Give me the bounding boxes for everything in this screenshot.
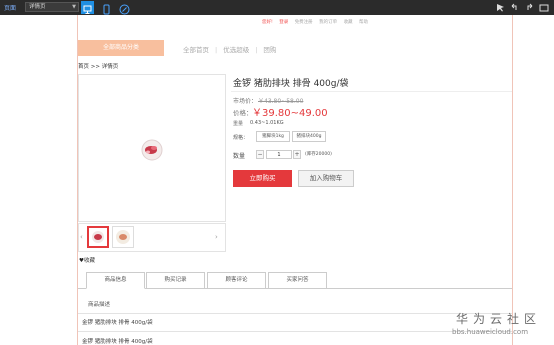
nav-separator: | — [255, 46, 258, 54]
tab-reviews[interactable]: 顾客评论 — [207, 272, 266, 289]
price-label: 价格： — [233, 109, 253, 117]
nav-link-select[interactable]: 优选超级 — [223, 46, 249, 54]
main-nav: 全部首页 | 优选超级 | 团购 — [183, 44, 276, 54]
favorite-button[interactable]: ♥收藏 — [79, 256, 95, 264]
description-heading: 商品描述 — [88, 302, 111, 308]
undo-icon[interactable] — [510, 3, 520, 12]
meat-plate-image — [141, 139, 163, 161]
weight-value: 0.43~1.01KG — [250, 120, 284, 126]
phone-icon — [103, 4, 110, 15]
top-nav-favorites[interactable]: 收藏 — [344, 20, 353, 25]
chevron-left-icon[interactable]: ‹ — [80, 233, 83, 241]
quantity-increase-button[interactable]: + — [293, 150, 301, 159]
desktop-view-button[interactable] — [81, 1, 94, 14]
quantity-decrease-button[interactable]: − — [256, 150, 264, 159]
chevron-right-icon[interactable]: › — [215, 233, 218, 241]
description-line: 金锣 猪肋排块 排骨 400g/袋 — [82, 339, 153, 345]
breadcrumb: 首页 >> 详情页 — [78, 62, 118, 70]
redo-icon[interactable] — [524, 3, 534, 12]
weight-label: 重量 — [233, 121, 244, 127]
top-nav-orders[interactable]: 我的订单 — [319, 20, 337, 25]
watermark-text: 华为云社区 — [456, 312, 542, 326]
thumbnail-2[interactable] — [112, 226, 134, 248]
favorite-label: 收藏 — [83, 258, 95, 264]
description-divider — [78, 313, 512, 314]
page-select-value: 详情页 — [29, 4, 46, 10]
breadcrumb-home[interactable]: 首页 — [78, 64, 89, 70]
product-title: 金锣 猪肋排块 排骨 400g/袋 — [233, 79, 349, 89]
link-button[interactable] — [118, 1, 131, 15]
chevron-down-icon: ▼ — [72, 4, 76, 10]
page-select[interactable]: 详情页 ▼ — [25, 2, 79, 12]
link-icon — [119, 4, 130, 15]
product-main-image[interactable] — [78, 74, 226, 222]
add-to-cart-button[interactable]: 加入购物车 — [298, 170, 354, 187]
spec-option-1[interactable]: 猪脚块1kg — [256, 131, 290, 142]
breadcrumb-current: 详情页 — [101, 64, 119, 70]
tab-purchase-records[interactable]: 购买记录 — [146, 272, 205, 289]
nav-link-group[interactable]: 团购 — [263, 46, 276, 54]
nav-link-home[interactable]: 全部首页 — [183, 46, 209, 54]
meat-thumbnail-image — [116, 230, 130, 244]
description-divider — [78, 331, 512, 332]
tab-qa[interactable]: 买家问答 — [268, 272, 327, 289]
watermark-url: bbs.huaweicloud.com — [452, 328, 529, 336]
fullscreen-icon[interactable] — [539, 3, 549, 12]
price: ￥39.80~49.00 — [252, 108, 328, 119]
monitor-icon — [83, 5, 92, 14]
top-nav: 您好! 登录 免费注册 我的订单 收藏 帮助 — [262, 19, 373, 25]
spec-option-2[interactable]: 猪排块400g — [292, 131, 326, 142]
description-line: 金锣 猪肋排块 排骨 400g/袋 — [82, 320, 153, 326]
quantity-label: 数量 — [233, 153, 246, 160]
stock-text: (库存20000) — [305, 152, 332, 157]
top-nav-greeting: 您好! — [262, 20, 273, 25]
mobile-view-button[interactable] — [100, 1, 113, 15]
quantity-input[interactable] — [266, 150, 292, 159]
meat-thumbnail-image — [92, 231, 104, 243]
breadcrumb-separator: >> — [90, 64, 100, 70]
title-divider — [231, 91, 512, 92]
top-nav-register[interactable]: 免费注册 — [295, 20, 313, 25]
arrow-icon[interactable] — [496, 3, 506, 12]
tab-product-info[interactable]: 商品信息 — [86, 272, 145, 289]
guide-line-right — [512, 15, 513, 345]
top-nav-help[interactable]: 帮助 — [359, 20, 368, 25]
top-nav-login[interactable]: 登录 — [279, 20, 288, 25]
buy-now-button[interactable]: 立即购买 — [233, 170, 292, 187]
nav-separator: | — [215, 46, 218, 54]
category-button[interactable]: 全部商品分类 — [78, 40, 164, 56]
spec-label: 规格： — [233, 135, 249, 141]
thumbnail-1[interactable] — [87, 226, 109, 248]
toolbar-page-label: 页面 — [4, 5, 17, 12]
